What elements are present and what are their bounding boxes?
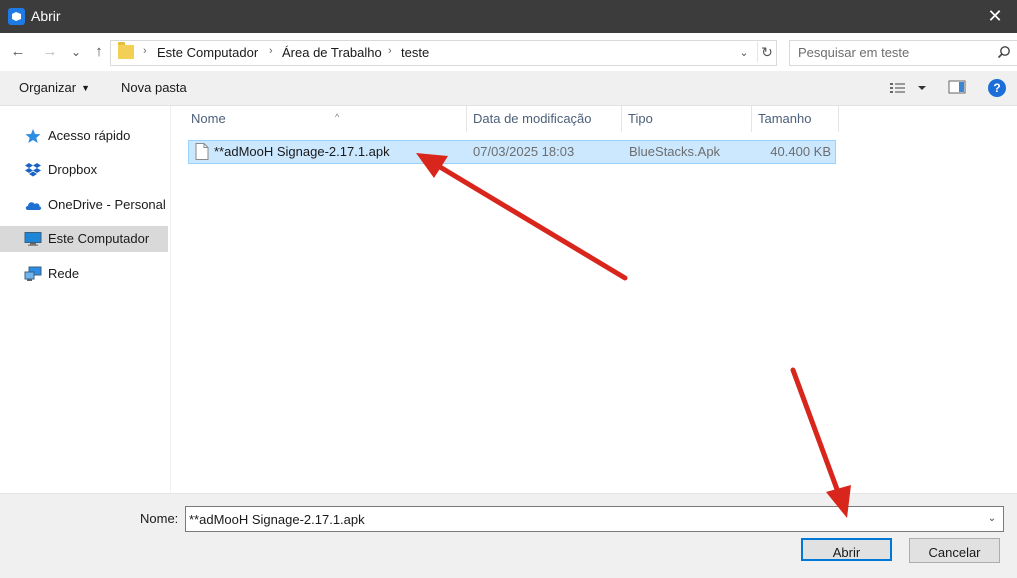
navigation-pane: Acesso rápido Dropbox OneDrive - Persona… [0,106,171,493]
close-button[interactable]: ✕ [973,0,1017,33]
back-button[interactable]: ← [8,41,28,63]
address-dropdown-button[interactable]: ⌄ [735,43,753,63]
column-header-label: Data de modificação [473,111,592,126]
star-icon [24,128,42,144]
sidebar-item-rede[interactable]: Rede [0,261,168,287]
recent-locations-button[interactable]: ⌄ [66,41,86,63]
chevron-down-icon[interactable]: ⌄ [985,510,999,528]
dropbox-icon [24,162,42,178]
column-header-label: Tamanho [758,111,812,126]
breadcrumb-este-computador[interactable]: Este Computador [157,45,258,60]
file-list: Nome ^ Data de modificação Tipo Tamanho … [172,106,1017,493]
sidebar-item-label: Dropbox [48,162,98,177]
column-header-label: Tipo [628,111,653,126]
cloud-icon [24,197,42,213]
column-divider[interactable] [838,106,839,132]
sidebar-item-este-computador[interactable]: Este Computador [0,226,168,252]
column-header-label: Nome [191,111,226,126]
filename-combobox[interactable]: ⌄ [185,506,1004,532]
breadcrumb-separator: › [269,45,273,57]
column-header-date-modified[interactable]: Data de modificação [467,106,621,132]
organize-menu[interactable]: Organizar ▼ [19,80,90,95]
breadcrumb-teste[interactable]: teste [401,45,429,60]
sidebar-item-onedrive[interactable]: OneDrive - Personal [0,192,168,218]
file-type: BlueStacks.Apk [629,144,721,159]
folder-icon [118,42,134,59]
window-title: Abrir [31,8,61,24]
command-bar: Organizar ▼ Nova pasta ? [0,71,1017,106]
search-box[interactable] [789,40,1017,66]
new-folder-button[interactable]: Nova pasta [121,80,187,95]
sidebar-item-label: Este Computador [48,231,150,246]
help-button[interactable]: ? [988,79,1006,97]
sidebar-item-acesso-rapido[interactable]: Acesso rápido [0,123,168,149]
breadcrumb-area-de-trabalho[interactable]: Área de Trabalho [282,45,382,60]
column-header-name[interactable]: Nome ^ [185,106,466,132]
change-view-button[interactable] [889,80,929,96]
file-row-selected[interactable]: **adMooH Signage-2.17.1.apk 07/03/2025 1… [188,140,836,164]
sort-ascending-icon: ^ [335,112,340,122]
column-header-size[interactable]: Tamanho [752,106,838,132]
refresh-button[interactable]: ↻ [757,42,776,62]
cancel-button[interactable]: Cancelar [909,538,1000,563]
file-name: **adMooH Signage-2.17.1.apk [214,144,390,159]
search-input[interactable] [798,44,983,61]
column-header-type[interactable]: Tipo [622,106,751,132]
organize-label: Organizar [19,80,77,95]
sidebar-item-label: OneDrive - Personal [48,197,166,212]
sidebar-item-label: Rede [48,266,80,281]
navigation-bar: ← → ⌄ ↑ › Este Computador › Área de Trab… [0,33,1017,71]
sidebar-item-dropbox[interactable]: Dropbox [0,157,168,183]
filename-input[interactable] [189,510,969,528]
open-file-dialog: Abrir ✕ ← → ⌄ ↑ › Este Computador › Área… [0,0,1017,578]
address-bar[interactable]: › Este Computador › Área de Trabalho › t… [110,40,777,66]
computer-icon [24,231,42,247]
title-bar: Abrir ✕ [0,0,1017,33]
breadcrumb-separator: › [388,45,392,57]
search-icon[interactable] [997,45,1011,62]
sidebar-item-label: Acesso rápido [48,128,131,143]
network-icon [24,266,42,282]
up-button[interactable]: ↑ [89,41,109,63]
chevron-down-icon: ▼ [81,83,90,93]
filename-label: Nome: [140,511,179,526]
bluestacks-app-icon [8,8,25,25]
file-date-modified: 07/03/2025 18:03 [473,144,575,159]
file-icon [195,143,209,163]
footer-area: Nome: ⌄ Abrir Cancelar [0,493,1017,578]
file-size: 40.400 KB [770,144,831,159]
breadcrumb-separator: › [143,45,147,57]
preview-pane-icon[interactable] [948,79,966,95]
open-button[interactable]: Abrir [801,538,892,561]
forward-button[interactable]: → [40,41,60,63]
